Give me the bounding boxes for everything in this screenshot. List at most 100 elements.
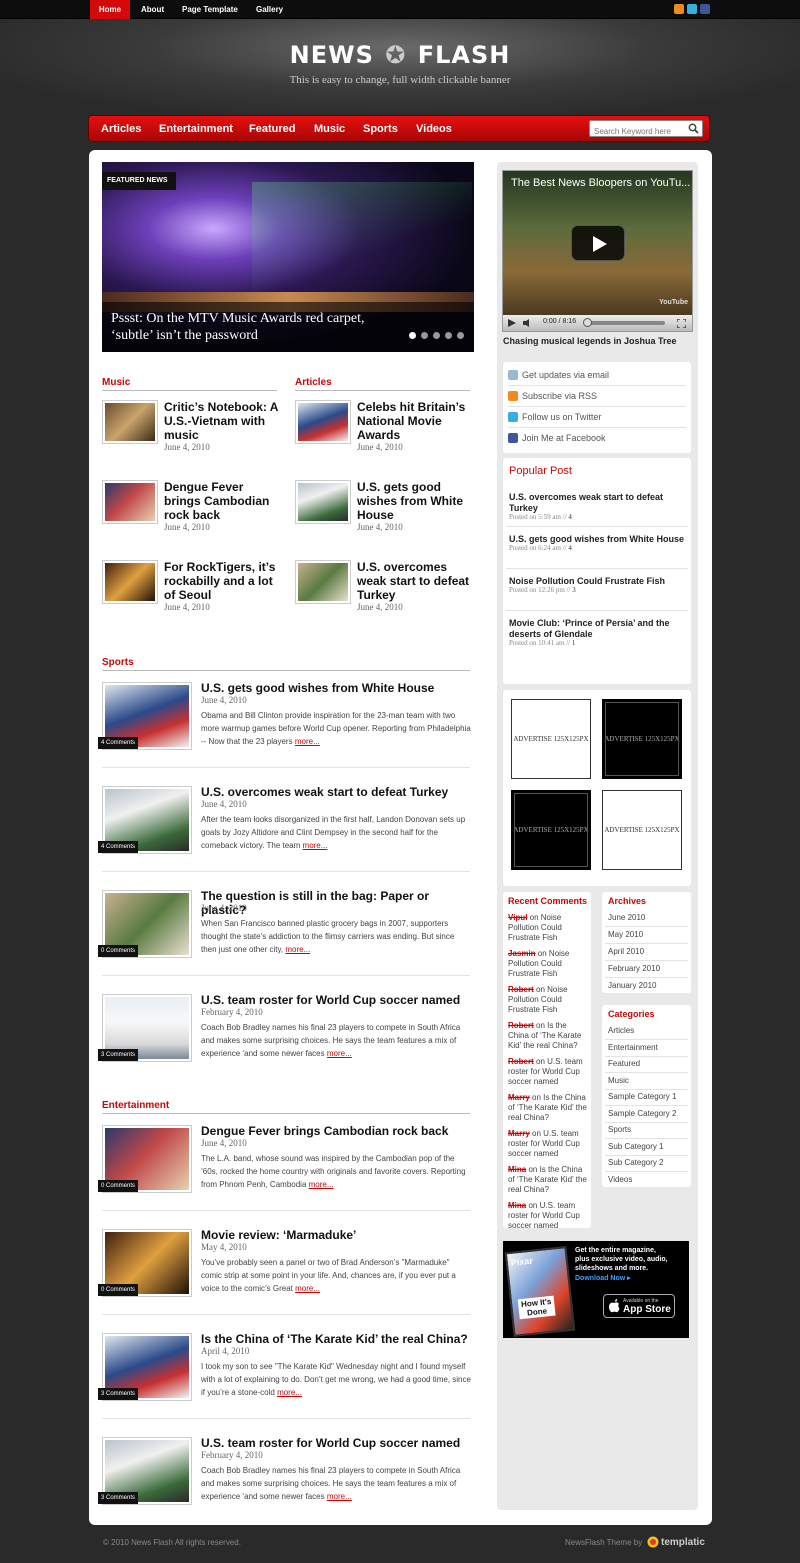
ad-slot-3[interactable]: ADVERTISE 125X125PX [511,790,591,870]
music-list-thumb[interactable] [102,400,158,444]
music-list-title[interactable]: Dengue Fever brings Cambodian rock back [164,480,279,522]
archive-link[interactable]: May 2010 [608,930,643,939]
twitter-icon[interactable] [687,4,697,14]
music-list-thumb[interactable] [102,560,158,604]
subscribe-twitter-link[interactable]: Follow us on Twitter [522,412,601,422]
post-title[interactable]: U.S. overcomes weak start to defeat Turk… [201,785,471,799]
recent-comment[interactable]: Robert on Is the China of ‘The Karate Ki… [508,1021,588,1051]
comment-count[interactable]: 4 [568,544,572,552]
play-button[interactable] [571,225,625,261]
category-link[interactable]: Music [608,1076,629,1085]
slider-dot[interactable] [433,332,440,339]
slider-dot[interactable] [445,332,452,339]
music-list-thumb[interactable] [102,480,158,524]
comment-count[interactable]: 3 [572,586,576,594]
category-link[interactable]: Sample Category 2 [608,1109,676,1118]
music-list-title[interactable]: For RockTigers, it’s rockabilly and a lo… [164,560,279,602]
subscribe-email-link[interactable]: Get updates via email [522,370,609,380]
video-progress[interactable] [585,321,665,325]
articles-list-title[interactable]: U.S. overcomes weak start to defeat Turk… [357,560,472,602]
comment-count-badge[interactable]: 0 Comments [98,945,139,957]
comment-count-badge[interactable]: 0 Comments [98,1180,139,1192]
category-link[interactable]: Videos [608,1175,632,1184]
sports-heading[interactable]: Sports [102,657,134,668]
comment-author[interactable]: Mina [508,1201,526,1210]
more-link[interactable]: more... [295,1284,320,1293]
rss-icon[interactable] [674,4,684,14]
more-link[interactable]: more... [327,1049,352,1058]
archive-link[interactable]: April 2010 [608,947,644,956]
ad-slot-4[interactable]: ADVERTISE 125X125PX [602,790,682,870]
articles-list-title[interactable]: U.S. gets good wishes from White House [357,480,472,522]
recent-comment[interactable]: Robert on Noise Pollution Could Frustrat… [508,985,588,1015]
nav-featured[interactable]: Featured [249,116,295,143]
comment-count-badge[interactable]: 0 Comments [98,1284,139,1296]
recent-comment[interactable]: Jasmin on Noise Pollution Could Frustrat… [508,949,588,979]
topnav-home[interactable]: Home [90,0,130,19]
recent-comment[interactable]: Vipul on Noise Pollution Could Frustrate… [508,913,588,943]
more-link[interactable]: more... [285,945,310,954]
video-title[interactable]: The Best News Bloopers on YouTu... [511,177,690,189]
banner[interactable]: NEWS ✪ FLASH This is easy to change, ful… [0,19,800,114]
recent-comment[interactable]: Mina on U.S. team roster for World Cup s… [508,1201,588,1231]
recent-comment[interactable]: Mina on Is the China of ‘The Karate Kid’… [508,1165,588,1195]
category-link[interactable]: Sub Category 2 [608,1158,664,1167]
comment-count-badge[interactable]: 3 Comments [98,1388,139,1400]
featured-slider[interactable]: FEATURED NEWS Pssst: On the MTV Music Aw… [102,162,474,352]
more-link[interactable]: more... [309,1180,334,1189]
popular-post-title[interactable]: Movie Club: ‘Prince of Persia’ and the d… [509,618,687,640]
category-link[interactable]: Articles [608,1026,634,1035]
comment-count-badge[interactable]: 4 Comments [98,737,139,749]
comment-author[interactable]: Robert [508,985,534,994]
archive-link[interactable]: January 2010 [608,981,656,990]
search-icon[interactable] [688,123,699,134]
more-link[interactable]: more... [277,1388,302,1397]
recent-comment[interactable]: Marry on U.S. team roster for World Cup … [508,1129,588,1159]
post-title[interactable]: U.S. team roster for World Cup soccer na… [201,1436,471,1450]
archive-link[interactable]: June 2010 [608,913,645,922]
more-link[interactable]: more... [303,841,328,850]
app-store-badge[interactable]: Available on the App Store [603,1294,675,1318]
volume-icon[interactable] [523,319,533,327]
featured-caption[interactable]: Pssst: On the MTV Music Awards red carpe… [111,310,371,344]
topnav-gallery[interactable]: Gallery [246,0,293,19]
popular-post-title[interactable]: U.S. overcomes weak start to defeat Turk… [509,492,687,514]
comment-count-badge[interactable]: 4 Comments [98,841,139,853]
subscribe-rss-link[interactable]: Subscribe via RSS [522,391,597,401]
category-link[interactable]: Sports [608,1125,631,1134]
nav-entertainment[interactable]: Entertainment [159,116,233,143]
articles-list-thumb[interactable] [295,560,351,604]
nav-music[interactable]: Music [314,116,345,143]
nav-videos[interactable]: Videos [416,116,452,143]
comment-author[interactable]: Vipul [508,913,527,922]
subscribe-facebook-link[interactable]: Join Me at Facebook [522,433,606,443]
comment-author[interactable]: Mina [508,1165,526,1174]
comment-author[interactable]: Marry [508,1093,530,1102]
category-link[interactable]: Sample Category 1 [608,1092,676,1101]
music-list-title[interactable]: Critic’s Notebook: A U.S.-Vietnam with m… [164,400,279,442]
ad-slot-1[interactable]: ADVERTISE 125X125PX [511,699,591,779]
slider-dot[interactable] [421,332,428,339]
recent-comment[interactable]: Marry on Is the China of ‘The Karate Kid… [508,1093,588,1123]
slider-dot[interactable] [457,332,464,339]
comment-count[interactable]: 4 [568,513,572,521]
category-link[interactable]: Sub Category 1 [608,1142,664,1151]
archive-link[interactable]: February 2010 [608,964,660,973]
entertainment-heading[interactable]: Entertainment [102,1100,169,1111]
comment-author[interactable]: Robert [508,1021,534,1030]
comment-count-badge[interactable]: 3 Comments [98,1492,139,1504]
download-now-link[interactable]: Download Now ▸ [575,1274,631,1282]
comment-author[interactable]: Jasmin [508,949,536,958]
more-link[interactable]: more... [327,1492,352,1501]
post-title[interactable]: U.S. team roster for World Cup soccer na… [201,993,471,1007]
comment-count[interactable]: 1 [572,639,576,647]
topnav-page-template[interactable]: Page Template [172,0,248,19]
comment-author[interactable]: Marry [508,1129,530,1138]
post-title[interactable]: Dengue Fever brings Cambodian rock back [201,1124,471,1138]
nav-articles[interactable]: Articles [101,116,141,143]
recent-comment[interactable]: Robert on U.S. team roster for World Cup… [508,1057,588,1087]
fullscreen-icon[interactable] [677,319,686,328]
nav-sports[interactable]: Sports [363,116,398,143]
post-title[interactable]: U.S. gets good wishes from White House [201,681,471,695]
slider-dot[interactable] [409,332,416,339]
